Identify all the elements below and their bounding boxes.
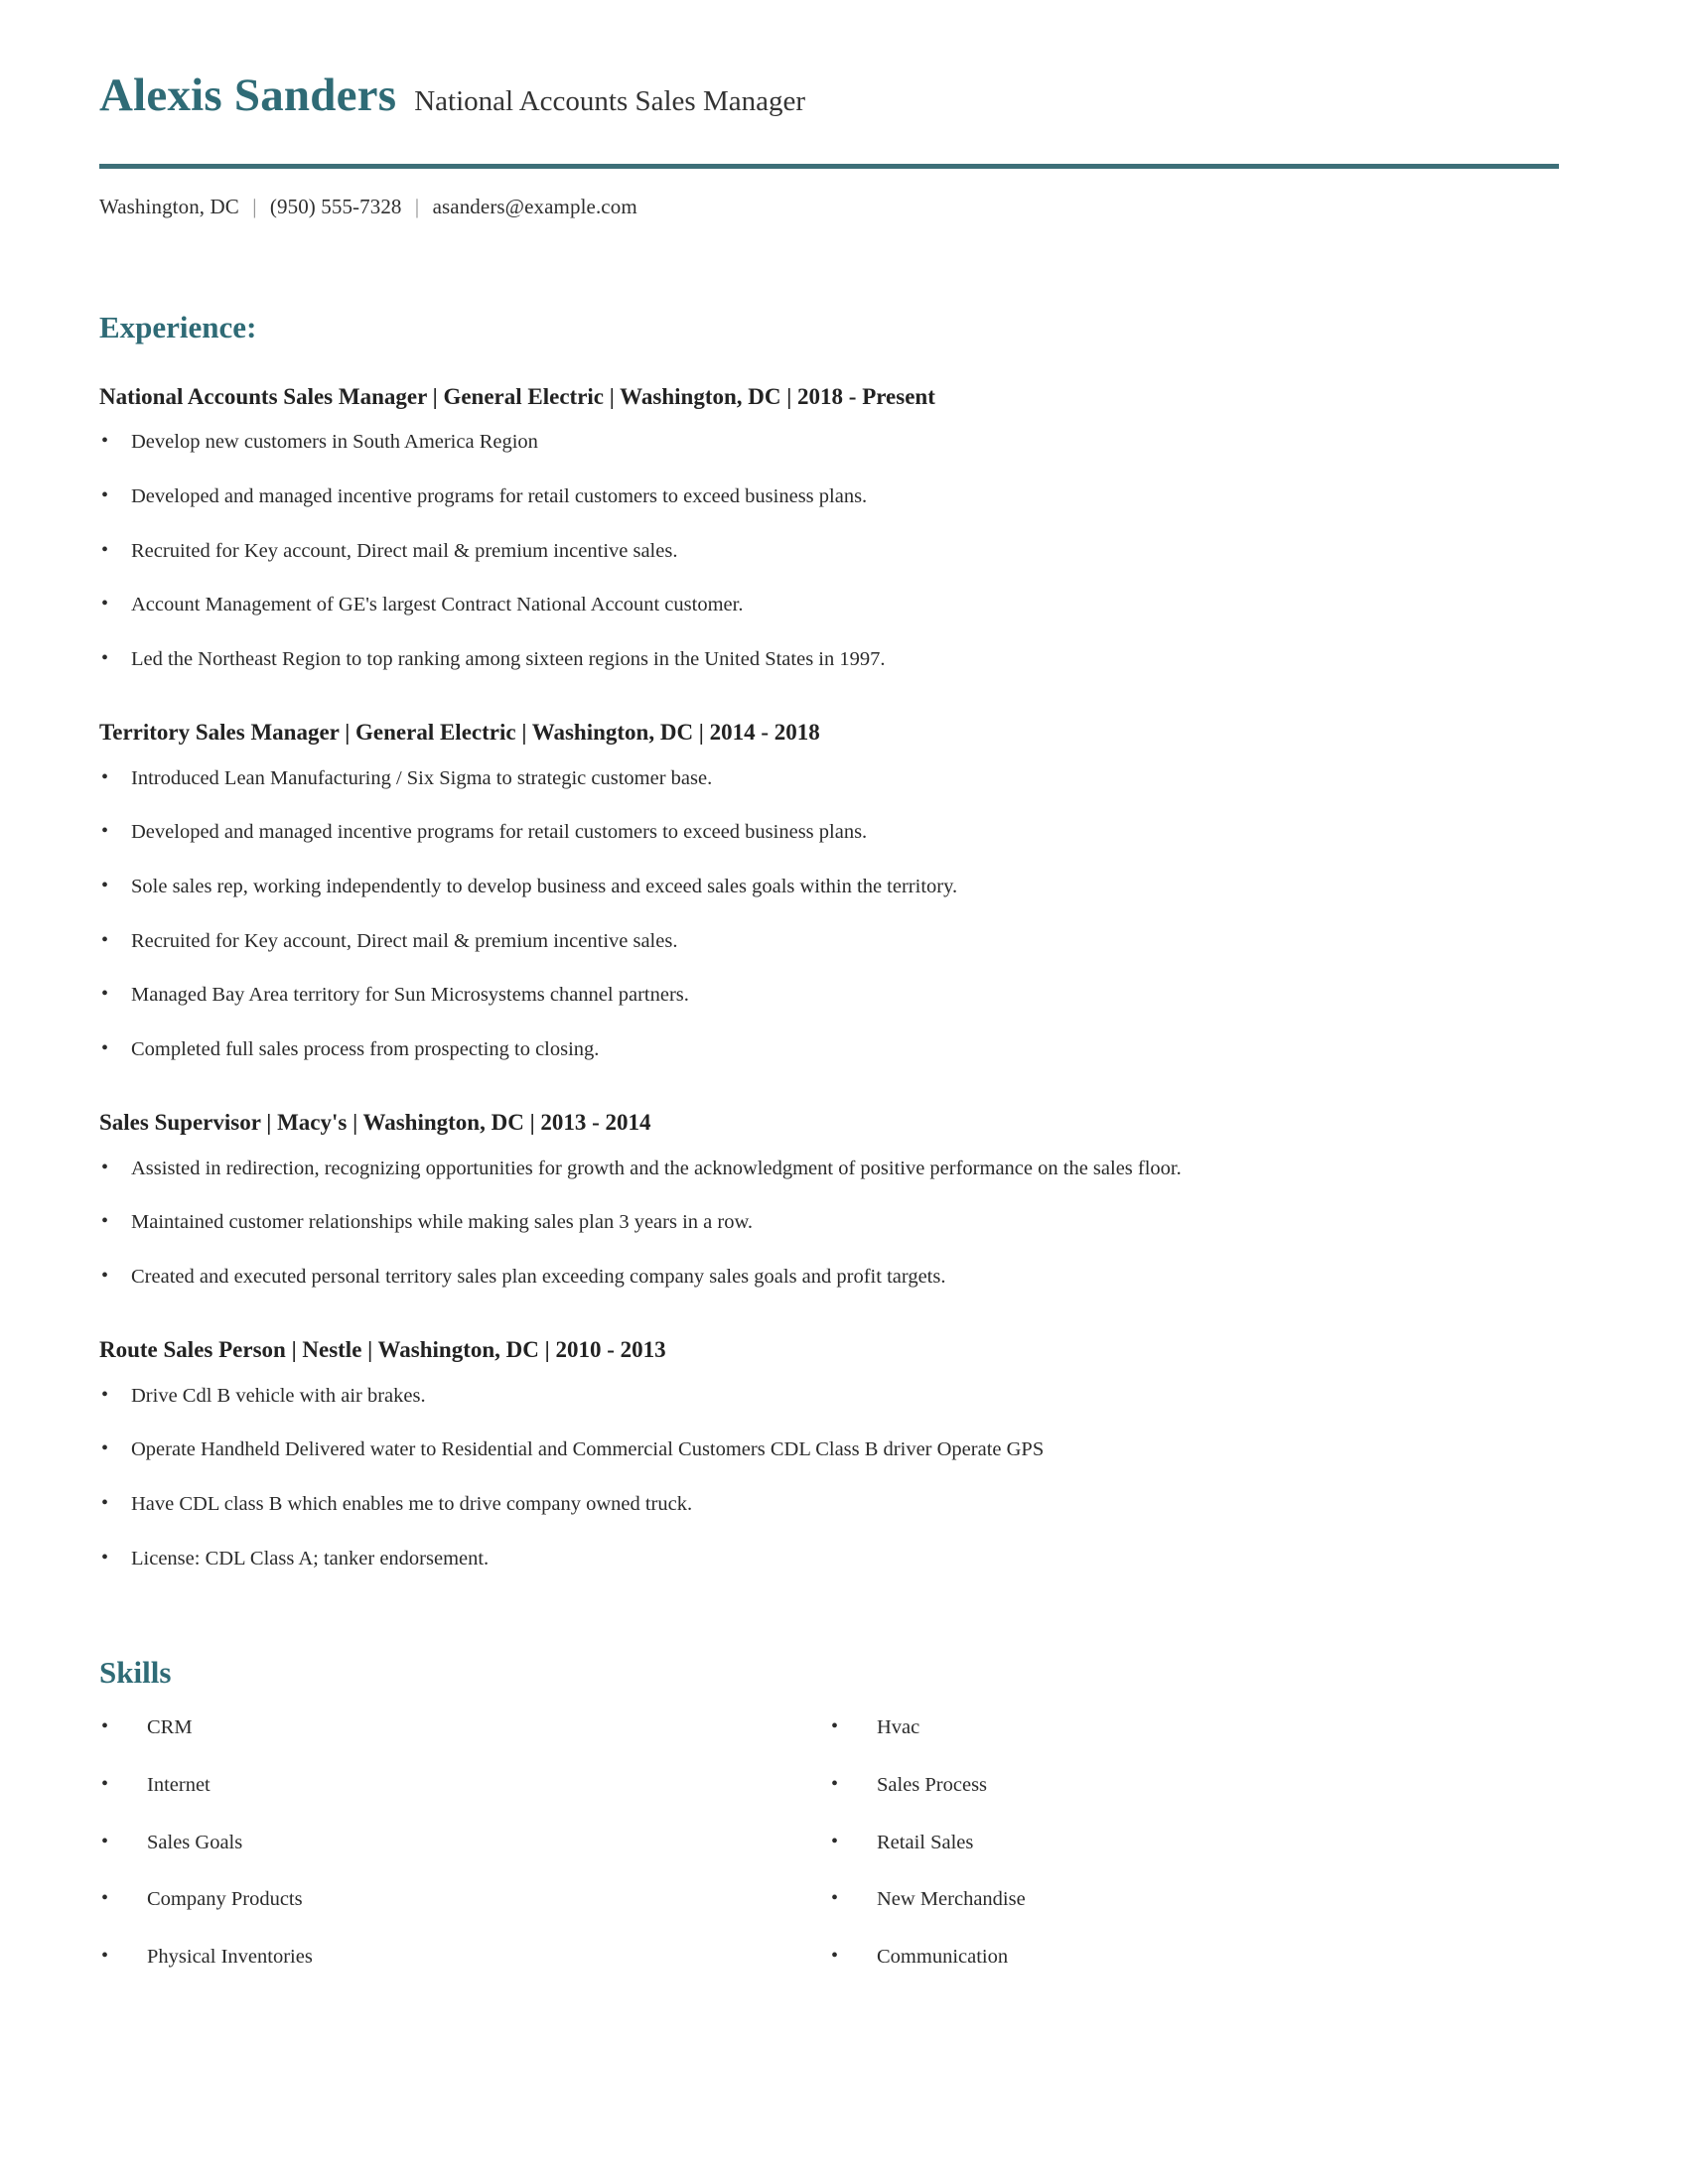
experience-entry-bullets: Introduced Lean Manufacturing / Six Sigm…: [99, 748, 1559, 1064]
contact-line: Washington, DC | (950) 555-7328 | asande…: [99, 195, 1559, 219]
experience-entry: Territory Sales Manager | General Electr…: [99, 674, 1559, 1064]
skills-section-title: Skills: [99, 1655, 172, 1691]
experience-entry-heading: Route Sales Person | Nestle | Washington…: [99, 1336, 666, 1362]
skills-column-right: Hvac Sales Process Retail Sales New Merc…: [829, 1713, 1559, 1971]
list-item: Operate Handheld Delivered water to Resi…: [99, 1435, 1559, 1464]
experience-entry: Route Sales Person | Nestle | Washington…: [99, 1292, 1559, 1573]
list-item: Managed Bay Area territory for Sun Micro…: [99, 981, 1559, 1010]
resume-content: Alexis Sanders National Accounts Sales M…: [99, 0, 1559, 1971]
list-item: Assisted in redirection, recognizing opp…: [99, 1155, 1559, 1183]
resume-page: Alexis Sanders National Accounts Sales M…: [0, 0, 1688, 2184]
contact-email: asanders@example.com: [432, 195, 637, 219]
contact-location: Washington, DC: [99, 195, 239, 219]
experience-entry-heading: Sales Supervisor | Macy's | Washington, …: [99, 1109, 651, 1135]
experience-entry: National Accounts Sales Manager | Genera…: [99, 346, 1559, 674]
experience-entry-bullets: Drive Cdl B vehicle with air brakes. Ope…: [99, 1365, 1559, 1573]
name-title-line: Alexis Sanders National Accounts Sales M…: [99, 69, 1559, 121]
list-item: Have CDL class B which enables me to dri…: [99, 1490, 1559, 1519]
list-item: CRM: [99, 1713, 829, 1741]
skills-list-right: Hvac Sales Process Retail Sales New Merc…: [829, 1713, 1559, 1971]
experience-section: Experience: National Accounts Sales Mana…: [99, 219, 1559, 1572]
list-item: Developed and managed incentive programs…: [99, 818, 1559, 847]
experience-entry-bullets: Assisted in redirection, recognizing opp…: [99, 1138, 1559, 1292]
skills-grid: CRM Internet Sales Goals Company Product…: [99, 1691, 1559, 1970]
skills-list-left: CRM Internet Sales Goals Company Product…: [99, 1713, 829, 1971]
list-item: Drive Cdl B vehicle with air brakes.: [99, 1382, 1559, 1411]
list-item: Physical Inventories: [99, 1943, 829, 1971]
list-item: Maintained customer relationships while …: [99, 1208, 1559, 1237]
list-item: Hvac: [829, 1713, 1559, 1741]
experience-entry: Sales Supervisor | Macy's | Washington, …: [99, 1064, 1559, 1292]
list-item: Sales Process: [829, 1771, 1559, 1799]
skills-section: Skills CRM Internet Sales Goals Company …: [99, 1572, 1559, 1970]
contact-separator-2: |: [414, 195, 420, 219]
candidate-job-title: National Accounts Sales Manager: [414, 85, 806, 117]
experience-section-title: Experience:: [99, 310, 257, 345]
skills-column-left: CRM Internet Sales Goals Company Product…: [99, 1713, 829, 1971]
experience-entry-bullets: Develop new customers in South America R…: [99, 411, 1559, 673]
list-item: New Merchandise: [829, 1885, 1559, 1913]
list-item: Internet: [99, 1771, 829, 1799]
contact-separator-1: |: [252, 195, 257, 219]
contact-phone: (950) 555-7328: [269, 195, 402, 219]
resume-header: Alexis Sanders National Accounts Sales M…: [99, 0, 1559, 219]
list-item: Sole sales rep, working independently to…: [99, 873, 1559, 901]
list-item: Completed full sales process from prospe…: [99, 1035, 1559, 1064]
header-divider: [99, 164, 1559, 170]
list-item: Communication: [829, 1943, 1559, 1971]
list-item: Sales Goals: [99, 1829, 829, 1856]
experience-entry-heading: Territory Sales Manager | General Electr…: [99, 719, 820, 745]
list-item: Account Management of GE's largest Contr…: [99, 591, 1559, 619]
candidate-name: Alexis Sanders: [99, 69, 397, 121]
list-item: Developed and managed incentive programs…: [99, 482, 1559, 511]
list-item: Develop new customers in South America R…: [99, 428, 1559, 457]
experience-entry-heading: National Accounts Sales Manager | Genera…: [99, 383, 935, 409]
list-item: Created and executed personal territory …: [99, 1263, 1559, 1292]
list-item: Introduced Lean Manufacturing / Six Sigm…: [99, 764, 1559, 793]
list-item: Retail Sales: [829, 1829, 1559, 1856]
list-item: Led the Northeast Region to top ranking …: [99, 645, 1559, 674]
list-item: License: CDL Class A; tanker endorsement…: [99, 1545, 1559, 1573]
list-item: Company Products: [99, 1885, 829, 1913]
list-item: Recruited for Key account, Direct mail &…: [99, 927, 1559, 956]
list-item: Recruited for Key account, Direct mail &…: [99, 537, 1559, 566]
